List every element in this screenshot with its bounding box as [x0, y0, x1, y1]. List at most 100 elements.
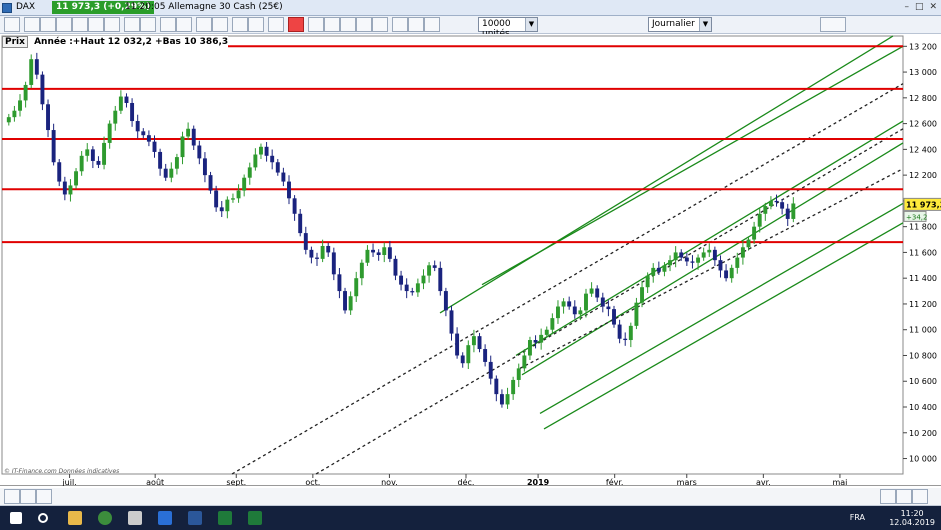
candle-body [516, 368, 521, 380]
y-tick-label: 10 600 [909, 377, 937, 386]
x-tick-label: août [146, 478, 164, 486]
candle-body [684, 257, 689, 262]
word-icon[interactable] [188, 511, 202, 525]
alert-icon[interactable] [408, 17, 424, 32]
table-icon[interactable] [372, 17, 388, 32]
candle-body [780, 202, 785, 209]
y-tick-label: 11 600 [909, 248, 937, 257]
redo-icon[interactable] [176, 17, 192, 32]
price-chart[interactable]: juil. août sept. oct. nov. déc. 2019 févr. mars a… [0, 34, 941, 486]
candle-body [354, 278, 359, 297]
lock-icon[interactable] [324, 17, 340, 32]
data-credit: © IT-Finance.com Données indicatives [4, 468, 120, 475]
y-tick-label: 10 200 [909, 429, 937, 438]
channel-icon[interactable] [56, 17, 72, 32]
layout-icon[interactable] [340, 17, 356, 32]
candle-body [785, 208, 790, 219]
instrument-name: DAX [16, 2, 36, 12]
candle-body [707, 249, 712, 253]
zoom-in-icon[interactable] [124, 17, 140, 32]
trendline-icon[interactable] [40, 17, 56, 32]
candle-body [242, 177, 247, 191]
zoom-fit-icon[interactable] [36, 489, 52, 504]
undo-icon[interactable] [160, 17, 176, 32]
close-icon[interactable]: ✕ [929, 2, 937, 12]
color-icon[interactable] [308, 17, 324, 32]
scroll-end-icon[interactable] [912, 489, 928, 504]
clock[interactable]: 11:20 [889, 509, 935, 518]
candle-body [174, 157, 179, 169]
candle-body [275, 162, 280, 173]
year-summary: Année :+Haut 12 032,2 +Bas 10 386,3 [34, 37, 229, 47]
y-tick-label: 11 800 [909, 223, 937, 232]
bottom-toolbar [0, 488, 941, 506]
candle-body [735, 257, 740, 268]
pin-icon[interactable] [424, 17, 440, 32]
zoom-out-icon[interactable] [880, 489, 896, 504]
candle-body [443, 291, 448, 311]
candle-body [623, 338, 628, 341]
candle-body [281, 172, 286, 182]
candle-body [309, 249, 314, 258]
maximize-icon[interactable]: □ [915, 2, 924, 12]
candle-body [348, 296, 353, 311]
crosshair-icon[interactable] [24, 17, 40, 32]
x-tick-label: nov. [381, 478, 398, 486]
trading-app-icon[interactable] [218, 511, 232, 525]
candle-body [673, 252, 678, 261]
hline-icon[interactable] [72, 17, 88, 32]
fibo-icon[interactable] [88, 17, 104, 32]
period-select[interactable]: Journalier ▼ [648, 17, 712, 32]
x-tick-label: 2019 [527, 478, 550, 486]
save-icon[interactable] [232, 17, 248, 32]
candle-body [12, 110, 17, 118]
candle-body [399, 275, 404, 285]
prix-label[interactable]: Prix [2, 36, 28, 48]
delete-icon[interactable] [288, 17, 304, 32]
candle-body [124, 96, 129, 103]
candle-body [460, 355, 465, 364]
compare-icon[interactable] [392, 17, 408, 32]
date[interactable]: 12.04.2019 [889, 518, 935, 527]
chart-type-icon[interactable] [4, 17, 20, 32]
windows-start-icon[interactable] [10, 512, 22, 524]
candle-body [158, 151, 163, 169]
candle-body [724, 270, 729, 279]
candle-body [640, 287, 644, 303]
grid-icon[interactable] [268, 17, 284, 32]
taskbar: FRA 11:20 12.04.2019 [0, 506, 941, 530]
trading-app-2-icon[interactable] [248, 511, 262, 525]
y-tick-label: 12 200 [909, 171, 937, 180]
scroll-right-icon[interactable] [20, 489, 36, 504]
file-explorer-icon[interactable] [68, 511, 82, 525]
chart-style-select[interactable] [820, 17, 846, 32]
indicator-icon[interactable] [196, 17, 212, 32]
candle-body [152, 141, 157, 152]
zoom-in-icon[interactable] [896, 489, 912, 504]
candle-body [752, 226, 757, 240]
settings-icon[interactable] [212, 17, 228, 32]
candle-body [79, 155, 84, 172]
calculator-icon[interactable] [128, 511, 142, 525]
chrome-icon[interactable] [98, 511, 112, 525]
chart-canvas[interactable]: juil. août sept. oct. nov. déc. 2019 févr. mars a… [0, 34, 941, 486]
candle-body [662, 265, 667, 272]
minimize-icon[interactable]: – [904, 2, 909, 12]
candle-body [34, 59, 39, 75]
candle-body [287, 181, 291, 199]
x-tick-label: juil. [61, 478, 76, 486]
dropbox-icon[interactable] [158, 511, 172, 525]
candle-body [29, 59, 34, 85]
candle-body [701, 252, 706, 258]
candle-body [550, 318, 555, 330]
text-tool-icon[interactable] [104, 17, 120, 32]
candle-body [774, 200, 779, 203]
search-icon[interactable] [38, 513, 48, 523]
print-icon[interactable] [248, 17, 264, 32]
units-select[interactable]: 10000 unités ▼ [478, 17, 538, 39]
candle-body [533, 340, 538, 343]
zoom-out-icon[interactable] [140, 17, 156, 32]
language-indicator[interactable]: FRA [850, 513, 865, 522]
list-icon[interactable] [356, 17, 372, 32]
scroll-left-icon[interactable] [4, 489, 20, 504]
